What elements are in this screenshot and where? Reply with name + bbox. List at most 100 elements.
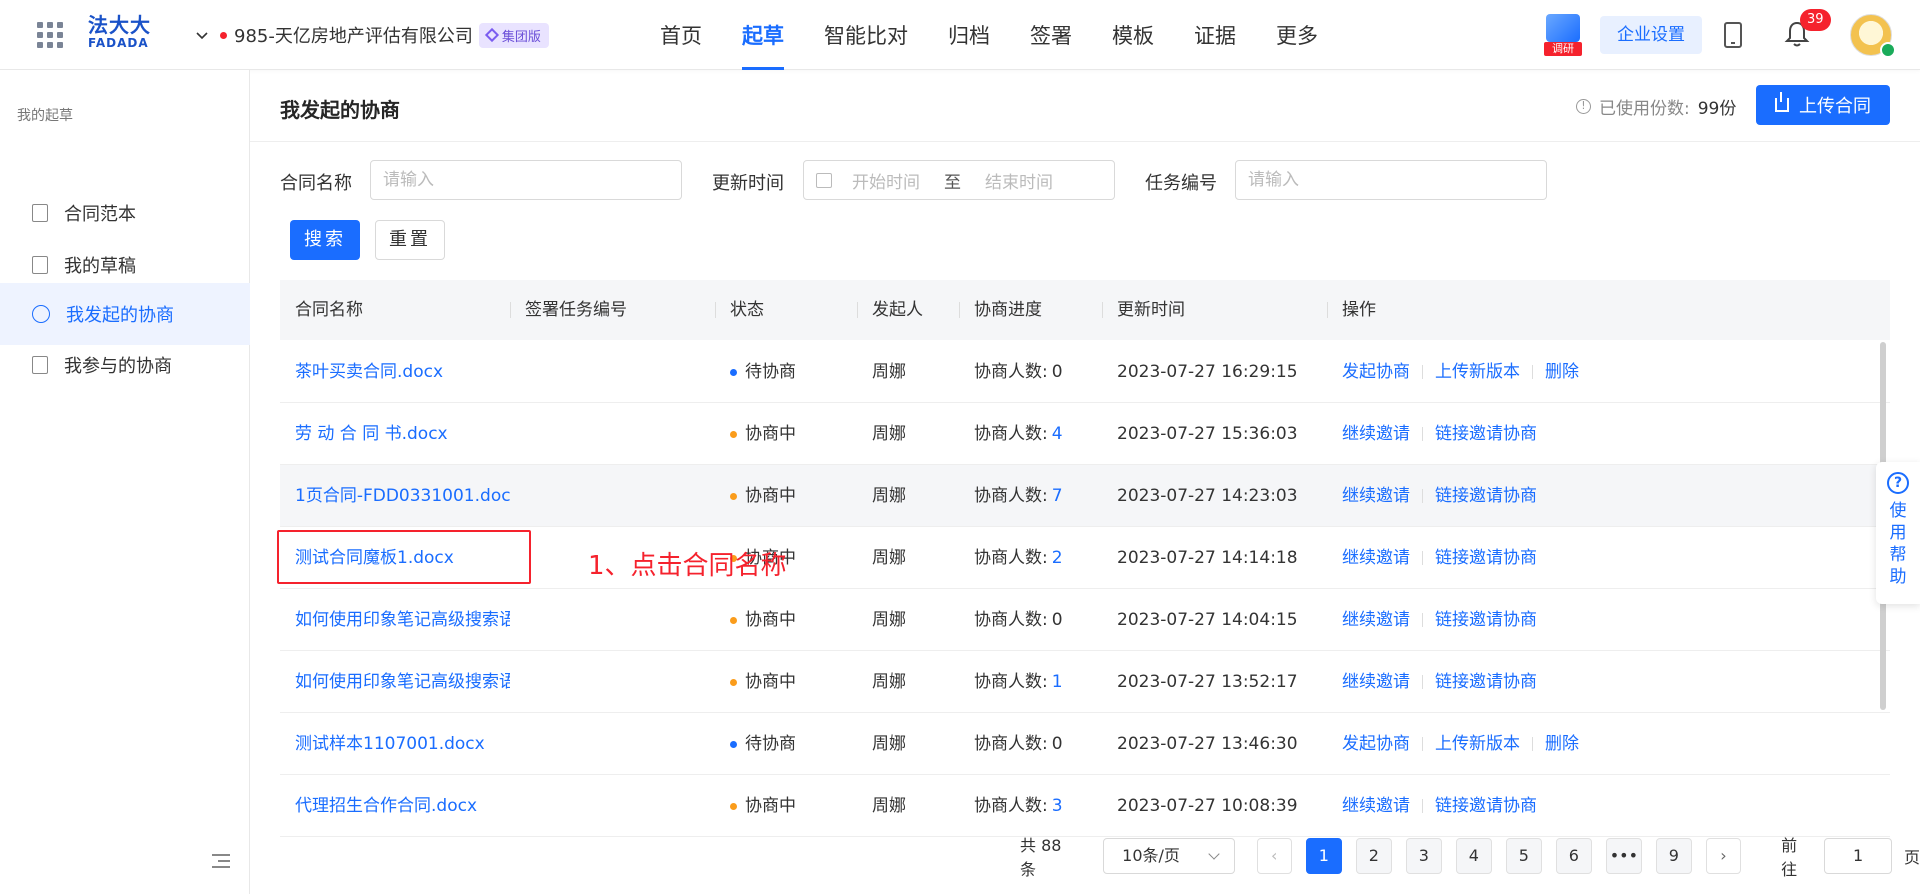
initiator: 周娜 [872, 362, 906, 382]
nav-item-2[interactable]: 智能比对 [804, 0, 928, 70]
row-action-link[interactable]: 链接邀请协商 [1435, 527, 1537, 589]
table-row[interactable]: 茶叶买卖合同.docx 待协商 周娜 协商人数: 0 2023-07-27 16:29:1… [280, 341, 1890, 403]
update-time-range[interactable]: 开始时间 至 结束时间 [803, 160, 1115, 200]
page-button[interactable]: 9 [1655, 838, 1692, 874]
negotiation-table: 合同名称 签署任务编号 状态 发起人 协商进度 更新时间 操作 茶叶买卖合同.docx 待协商… [280, 280, 1890, 837]
table-row[interactable]: 如何使用印象笔记高级搜索语... 协商中 周娜 协商人数: 1 2023-07-27 13… [280, 651, 1890, 713]
sidebar-item-label: 合同范本 [64, 204, 136, 225]
page-button[interactable]: 1 [1305, 838, 1342, 874]
contract-name-link[interactable]: 测试样本1107001.docx [280, 713, 510, 775]
contract-name-link[interactable]: 茶叶买卖合同.docx [280, 341, 510, 403]
row-action-link[interactable]: 继续邀请 [1342, 403, 1410, 465]
diamond-icon [484, 27, 499, 43]
contract-name-input[interactable]: 请输入 [370, 160, 682, 200]
page-button[interactable]: 2 [1355, 838, 1392, 874]
nav-item-5[interactable]: 模板 [1092, 0, 1174, 70]
task-number [510, 651, 525, 713]
row-action-link[interactable]: 删除 [1545, 341, 1579, 403]
mobile-icon[interactable] [1724, 22, 1742, 48]
row-action-link[interactable]: 链接邀请协商 [1435, 465, 1537, 527]
nav-item-7[interactable]: 更多 [1256, 0, 1338, 70]
row-action-link[interactable]: 链接邀请协商 [1435, 589, 1537, 651]
fadada-logo[interactable]: 法大大 FADADA [88, 14, 152, 54]
negotiator-count[interactable]: 2 [1052, 548, 1063, 568]
page-header: 我发起的协商 ! 已使用份数: 99份 上传合同 [250, 70, 1920, 142]
row-action-link[interactable]: 链接邀请协商 [1435, 651, 1537, 713]
row-action-link[interactable]: 删除 [1545, 713, 1579, 775]
row-action-link[interactable]: 链接邀请协商 [1435, 403, 1537, 465]
status-dot [730, 678, 737, 686]
nav-item-0[interactable]: 首页 [640, 0, 722, 70]
table-header: 合同名称 签署任务编号 状态 发起人 协商进度 更新时间 操作 [280, 280, 1890, 340]
nav-item-3[interactable]: 归档 [928, 0, 1010, 70]
row-action-link[interactable]: 链接邀请协商 [1435, 775, 1537, 837]
page-size-select[interactable]: 10条/页 [1103, 838, 1235, 874]
negotiator-count[interactable]: 7 [1052, 486, 1063, 506]
column-header-5: 更新时间 [1102, 280, 1185, 340]
row-actions: 继续邀请 链接邀请协商 [1327, 651, 1537, 713]
contract-name-link[interactable]: 代理招生合作合同.docx [280, 775, 510, 837]
table-row[interactable]: 测试样本1107001.docx 待协商 周娜 协商人数: 0 2023-07-27 13… [280, 713, 1890, 775]
table-row[interactable]: 1页合同-FDD0331001.docx 协商中 周娜 协商人数: 7 2023-07-2… [280, 465, 1890, 527]
row-action-link[interactable]: 发起协商 [1342, 341, 1410, 403]
row-action-link[interactable]: 继续邀请 [1342, 527, 1410, 589]
row-action-link[interactable]: 上传新版本 [1435, 341, 1520, 403]
chevron-down-icon [196, 32, 208, 40]
collapse-sidebar-icon[interactable] [212, 854, 230, 868]
page-button[interactable]: 5 [1505, 838, 1542, 874]
initiator: 周娜 [872, 424, 906, 444]
progress-label: 协商人数: [974, 610, 1048, 630]
row-action-link[interactable]: 上传新版本 [1435, 713, 1520, 775]
page-button[interactable]: 4 [1455, 838, 1492, 874]
task-number-input[interactable]: 请输入 [1235, 160, 1547, 200]
row-actions: 发起协商 上传新版本 删除 [1327, 713, 1579, 775]
survey-button[interactable]: 调研 [1544, 14, 1582, 56]
template-icon [32, 204, 48, 222]
nav-item-6[interactable]: 证据 [1174, 0, 1256, 70]
goto-page-input[interactable]: 1 [1824, 838, 1892, 874]
contract-name-link[interactable]: 如何使用印象笔记高级搜索语... [280, 589, 510, 651]
nav-item-1[interactable]: 起草 [722, 0, 804, 70]
row-actions: 继续邀请 链接邀请协商 [1327, 465, 1537, 527]
row-action-link[interactable]: 发起协商 [1342, 713, 1410, 775]
negotiator-count[interactable]: 4 [1052, 424, 1063, 444]
update-time: 2023-07-27 13:46:30 [1117, 734, 1298, 754]
page-button[interactable]: 6 [1555, 838, 1592, 874]
update-time: 2023-07-27 16:29:15 [1117, 362, 1298, 382]
page-button[interactable]: 3 [1405, 838, 1442, 874]
contract-name-link[interactable]: 劳 动 合 同 书.docx [280, 403, 510, 465]
row-actions: 继续邀请 链接邀请协商 [1327, 775, 1537, 837]
update-time: 2023-07-27 14:23:03 [1117, 486, 1298, 506]
row-action-link[interactable]: 继续邀请 [1342, 465, 1410, 527]
negotiator-count: 0 [1051, 610, 1063, 630]
next-page-button[interactable]: › [1705, 838, 1742, 874]
org-switcher[interactable]: 985-天亿房地产评估有限公司 集团版 [196, 20, 549, 50]
search-button[interactable]: 搜索 [290, 220, 360, 260]
app-grid-icon[interactable] [37, 22, 63, 48]
contract-name-link[interactable]: 如何使用印象笔记高级搜索语... [280, 651, 510, 713]
contract-name-link[interactable]: 1页合同-FDD0331001.docx [280, 465, 510, 527]
help-button[interactable]: ? 使用帮助 [1876, 462, 1920, 604]
end-time-placeholder: 结束时间 [985, 172, 1053, 193]
table-row[interactable]: 如何使用印象笔记高级搜索语... 协商中 周娜 协商人数: 0 2023-07-27 14… [280, 589, 1890, 651]
row-action-link[interactable]: 继续邀请 [1342, 775, 1410, 837]
upload-contract-button[interactable]: 上传合同 [1756, 85, 1890, 125]
reset-button[interactable]: 重置 [375, 220, 445, 260]
update-time: 2023-07-27 10:08:39 [1117, 796, 1298, 816]
prev-page-button[interactable]: ‹ [1256, 838, 1292, 874]
negotiator-count[interactable]: 1 [1052, 672, 1063, 692]
negotiator-count[interactable]: 3 [1052, 796, 1063, 816]
progress-label: 协商人数: [974, 734, 1048, 754]
table-row[interactable]: 劳 动 合 同 书.docx 协商中 周娜 协商人数: 4 2023-07-27 15:3… [280, 403, 1890, 465]
enterprise-settings-button[interactable]: 企业设置 [1600, 16, 1702, 54]
usage-quota: ! 已使用份数: 99份 [1576, 94, 1736, 119]
row-actions: 继续邀请 链接邀请协商 [1327, 403, 1537, 465]
column-header-0: 合同名称 [295, 300, 363, 320]
row-action-link[interactable]: 继续邀请 [1342, 589, 1410, 651]
info-icon[interactable]: ! [1576, 99, 1591, 114]
more-pages-button[interactable]: ••• [1605, 838, 1642, 874]
sidebar-item-3[interactable]: 我参与的协商 [0, 334, 250, 396]
nav-item-4[interactable]: 签署 [1010, 0, 1092, 70]
table-row[interactable]: 代理招生合作合同.docx 协商中 周娜 协商人数: 3 2023-07-27 10:08… [280, 775, 1890, 837]
row-action-link[interactable]: 继续邀请 [1342, 651, 1410, 713]
